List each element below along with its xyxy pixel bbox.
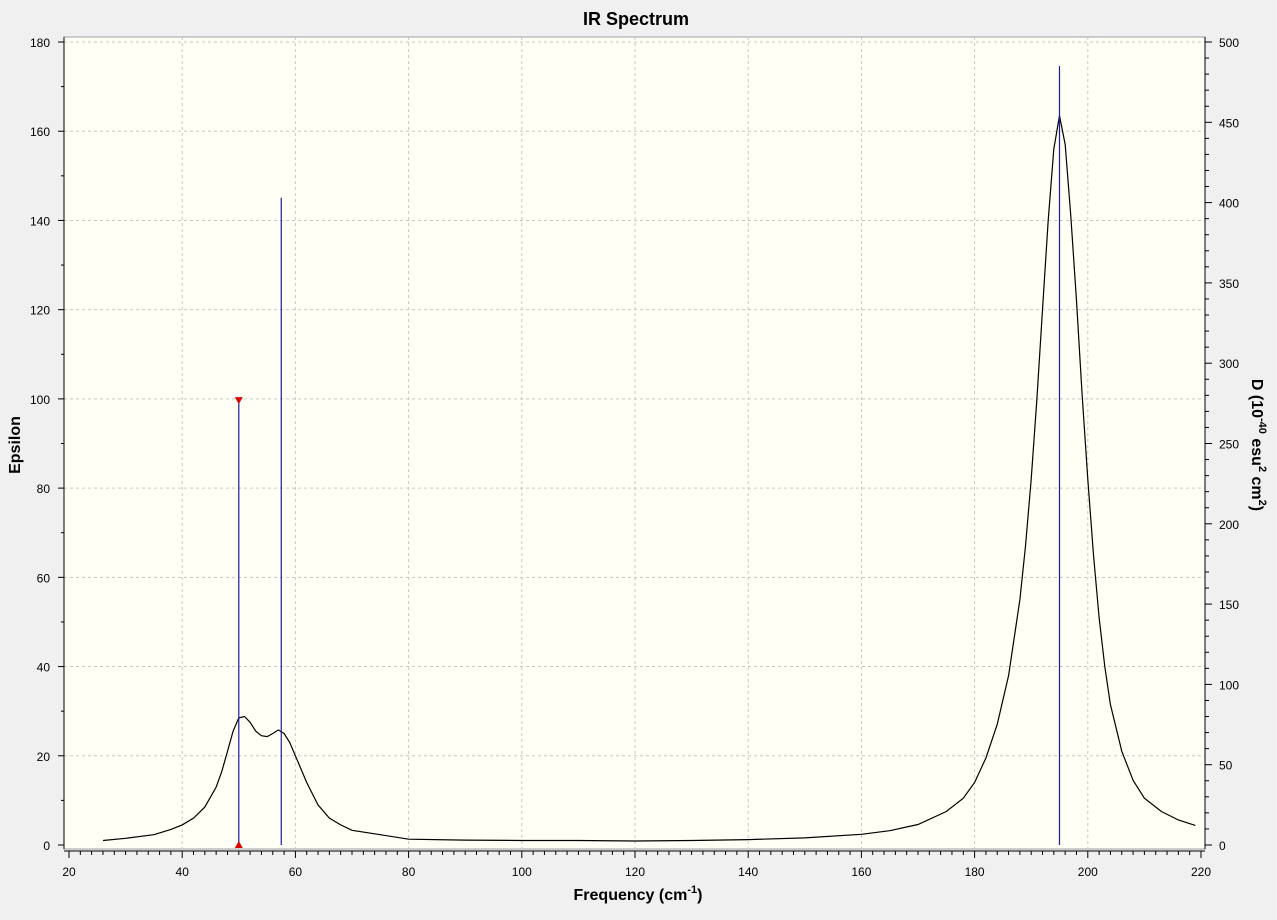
y2-tick-label: 150 (1219, 598, 1239, 612)
y2-axis-title: D (10-40 esu2 cm2) (1248, 379, 1268, 511)
y2-axis-title-part: cm (1248, 472, 1265, 500)
y2-tick-label: 250 (1219, 438, 1239, 452)
y-tick-label: 140 (30, 214, 50, 228)
x-axis-title-end: ) (697, 887, 702, 904)
x-axis-title: Frequency (cm-1) (574, 884, 703, 904)
y2-tick-label: 300 (1219, 357, 1239, 371)
y-tick-label: 0 (43, 839, 50, 853)
y-tick-label: 60 (37, 571, 51, 585)
y2-tick-label: 350 (1219, 277, 1239, 291)
x-tick-label: 60 (289, 865, 303, 879)
y2-tick-label: 0 (1219, 839, 1226, 853)
x-tick-label: 140 (738, 865, 758, 879)
y2-axis-title-part: -40 (1256, 418, 1268, 434)
y2-axis-title-part: esu (1248, 434, 1265, 466)
x-axis-title-sup: -1 (687, 884, 697, 896)
x-tick-label: 120 (625, 865, 645, 879)
x-tick-label: 220 (1191, 865, 1211, 879)
ir-spectrum-chart: IR Spectrum 0 20 40 60 80 100 120 140 160 180 0 50 1… (0, 0, 1277, 915)
chart-svg: IR Spectrum 0 20 40 60 80 100 120 140 160 180 0 50 1… (0, 0, 1277, 915)
y-axis-title: Epsilon (7, 416, 24, 474)
y-tick-label: 40 (37, 661, 51, 675)
x-tick-label: 200 (1078, 865, 1098, 879)
y2-axis-title-part: ) (1248, 506, 1265, 511)
x-tick-label: 20 (62, 865, 76, 879)
y2-tick-label: 400 (1219, 197, 1239, 211)
x-tick-label: 180 (965, 865, 985, 879)
y-tick-label: 20 (37, 750, 51, 764)
y-tick-label: 120 (30, 304, 50, 318)
y2-tick-label: 500 (1219, 36, 1239, 50)
y2-tick-label: 100 (1219, 678, 1239, 692)
y-tick-label: 100 (30, 393, 50, 407)
x-tick-label: 160 (851, 865, 871, 879)
x-axis-title-main: Frequency (cm (574, 887, 688, 904)
y-tick-label: 80 (37, 482, 51, 496)
chart-title: IR Spectrum (583, 9, 689, 29)
x-tick-label: 40 (176, 865, 190, 879)
x-tick-label: 80 (402, 865, 416, 879)
y2-tick-label: 200 (1219, 518, 1239, 532)
x-tick-label: 100 (512, 865, 532, 879)
y2-tick-label: 50 (1219, 759, 1233, 773)
y2-tick-label: 450 (1219, 116, 1239, 130)
y-tick-label: 160 (30, 125, 50, 139)
y-tick-label: 180 (30, 36, 50, 50)
y2-axis-title-part: D (10 (1248, 379, 1265, 418)
